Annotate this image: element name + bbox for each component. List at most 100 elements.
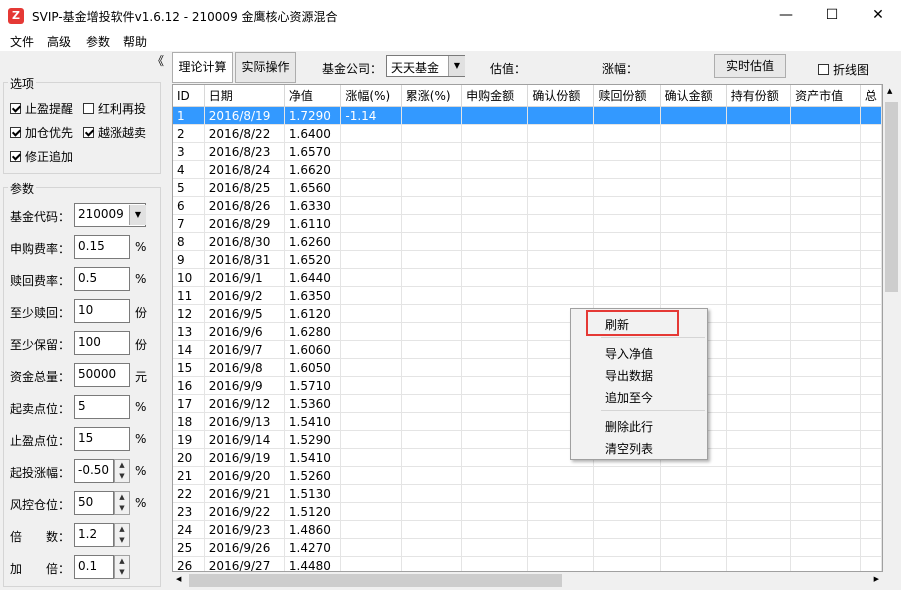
table-cell[interactable] — [527, 538, 595, 557]
table-cell[interactable] — [401, 358, 463, 377]
table-cell[interactable] — [340, 538, 402, 557]
table-cell[interactable] — [660, 196, 727, 215]
table-cell[interactable] — [726, 502, 792, 521]
table-cell[interactable]: 12 — [173, 304, 205, 323]
table-cell[interactable] — [340, 376, 402, 395]
add-double-spinner[interactable]: ▲ ▼ — [114, 555, 130, 579]
table-cell[interactable] — [790, 250, 861, 269]
table-cell[interactable]: 2016/8/25 — [204, 178, 285, 197]
table-cell[interactable] — [401, 178, 463, 197]
table-cell[interactable] — [593, 142, 661, 161]
table-cell[interactable] — [340, 394, 402, 413]
table-cell[interactable] — [660, 106, 727, 125]
table-cell[interactable]: 11 — [173, 286, 205, 305]
sell-start-input[interactable]: 5 — [74, 395, 130, 419]
table-cell[interactable]: 8 — [173, 232, 205, 251]
table-cell[interactable] — [340, 304, 402, 323]
table-cell[interactable] — [860, 358, 882, 377]
table-cell[interactable] — [660, 268, 727, 287]
table-cell[interactable]: 1.5410 — [284, 448, 342, 467]
table-cell[interactable] — [593, 466, 661, 485]
risk-position-input[interactable]: 50 — [74, 491, 114, 515]
table-row[interactable]: 18 2016/9/13 1.5410 — [173, 412, 882, 431]
table-cell[interactable] — [461, 196, 529, 215]
table-cell[interactable]: 2016/9/1 — [204, 268, 285, 287]
table-cell[interactable]: 2016/9/22 — [204, 502, 285, 521]
horizontal-scrollbar[interactable]: ◀ ▶ — [172, 572, 883, 589]
table-row[interactable]: 7 2016/8/29 1.6110 — [173, 214, 882, 233]
table-cell[interactable] — [527, 466, 595, 485]
table-row[interactable]: 22 2016/9/21 1.5130 — [173, 484, 882, 503]
table-cell[interactable] — [461, 448, 529, 467]
table-cell[interactable]: 2016/9/27 — [204, 556, 285, 571]
column-header[interactable]: 总 — [860, 85, 882, 107]
table-cell[interactable] — [401, 124, 463, 143]
table-cell[interactable]: -1.14 — [340, 106, 402, 125]
table-cell[interactable] — [660, 466, 727, 485]
table-cell[interactable] — [860, 376, 882, 395]
table-cell[interactable] — [461, 160, 529, 179]
redeem-fee-input[interactable]: 0.5 — [74, 267, 130, 291]
table-cell[interactable] — [726, 106, 792, 125]
table-cell[interactable] — [726, 268, 792, 287]
table-cell[interactable]: 5 — [173, 178, 205, 197]
spinner-up-icon[interactable]: ▲ — [115, 492, 129, 503]
table-cell[interactable] — [860, 214, 882, 233]
table-cell[interactable] — [461, 376, 529, 395]
table-cell[interactable] — [527, 214, 595, 233]
table-cell[interactable] — [593, 160, 661, 179]
tab-theory-calc[interactable]: 理论计算 — [172, 52, 233, 83]
table-cell[interactable] — [461, 142, 529, 161]
table-cell[interactable]: 1.6050 — [284, 358, 342, 377]
table-cell[interactable] — [860, 124, 882, 143]
table-cell[interactable] — [340, 160, 402, 179]
spinner-up-icon[interactable]: ▲ — [115, 460, 129, 471]
fund-code-combo[interactable]: 210009 ▼ — [74, 203, 146, 227]
table-cell[interactable] — [726, 142, 792, 161]
min-redeem-input[interactable]: 10 — [74, 299, 130, 323]
table-cell[interactable] — [660, 538, 727, 557]
checkbox-fix-append-box[interactable] — [10, 151, 21, 162]
table-cell[interactable] — [790, 412, 861, 431]
risk-position-spinner[interactable]: ▲ ▼ — [114, 491, 130, 515]
table-cell[interactable]: 1.6260 — [284, 232, 342, 251]
checkbox-sell-on-rise[interactable]: 越涨越卖 — [83, 124, 146, 141]
table-cell[interactable] — [401, 286, 463, 305]
table-cell[interactable]: 1.5410 — [284, 412, 342, 431]
column-header[interactable]: 确认金额 — [660, 85, 727, 107]
table-cell[interactable] — [461, 304, 529, 323]
table-cell[interactable] — [461, 268, 529, 287]
table-cell[interactable] — [790, 340, 861, 359]
table-cell[interactable] — [527, 160, 595, 179]
table-cell[interactable] — [790, 376, 861, 395]
table-cell[interactable] — [401, 538, 463, 557]
table-cell[interactable] — [790, 520, 861, 539]
table-cell[interactable]: 1.5260 — [284, 466, 342, 485]
table-cell[interactable] — [340, 196, 402, 215]
purchase-fee-input[interactable]: 0.15 — [74, 235, 130, 259]
table-cell[interactable] — [726, 484, 792, 503]
ctx-append-to-today[interactable]: 追加至今 — [605, 389, 653, 406]
table-cell[interactable] — [726, 520, 792, 539]
table-cell[interactable] — [461, 556, 529, 571]
table-cell[interactable] — [660, 556, 727, 571]
table-cell[interactable]: 4 — [173, 160, 205, 179]
table-cell[interactable] — [660, 250, 727, 269]
table-cell[interactable] — [340, 412, 402, 431]
menu-file[interactable]: 文件 — [10, 33, 34, 50]
table-cell[interactable] — [726, 160, 792, 179]
ctx-export-data[interactable]: 导出数据 — [605, 367, 653, 384]
table-cell[interactable]: 15 — [173, 358, 205, 377]
table-cell[interactable]: 13 — [173, 322, 205, 341]
table-cell[interactable]: 1.5290 — [284, 430, 342, 449]
checkbox-add-priority-box[interactable] — [10, 127, 21, 138]
table-cell[interactable]: 26 — [173, 556, 205, 571]
table-cell[interactable]: 1.6520 — [284, 250, 342, 269]
table-cell[interactable]: 1.6350 — [284, 286, 342, 305]
table-cell[interactable]: 1.6280 — [284, 322, 342, 341]
table-cell[interactable]: 2016/9/2 — [204, 286, 285, 305]
table-cell[interactable] — [593, 232, 661, 251]
table-cell[interactable] — [790, 160, 861, 179]
table-row[interactable]: 12 2016/9/5 1.6120 — [173, 304, 882, 323]
table-row[interactable]: 15 2016/9/8 1.6050 — [173, 358, 882, 377]
